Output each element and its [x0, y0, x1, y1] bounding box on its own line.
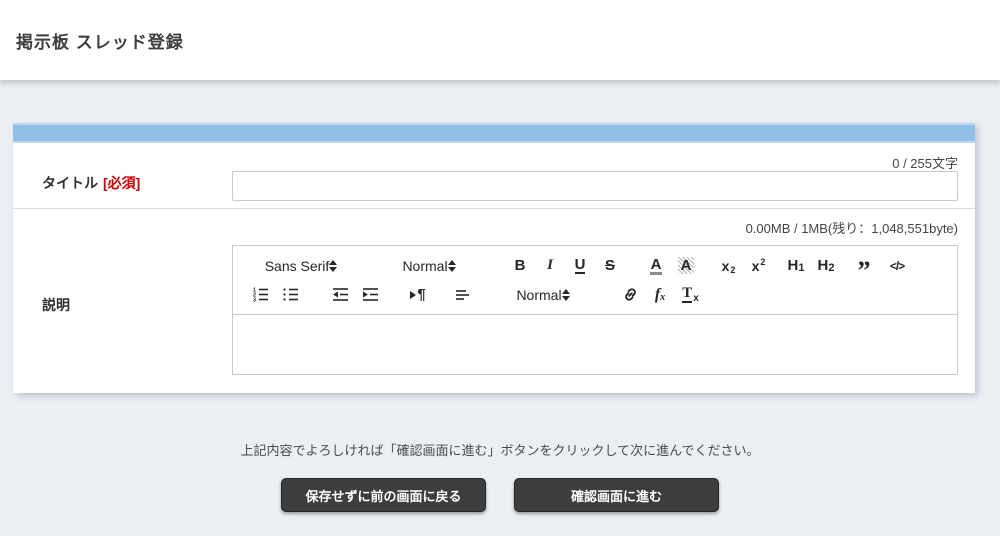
- heading2-button[interactable]: H2: [811, 254, 841, 278]
- background-color-icon: A: [678, 257, 695, 274]
- picker-arrows-icon: [448, 260, 456, 272]
- superscript-icon: 2: [760, 257, 765, 267]
- italic-button[interactable]: I: [535, 254, 565, 278]
- title-label-text: タイトル: [42, 175, 98, 191]
- heading-picker[interactable]: Normal: [379, 258, 479, 274]
- picker-arrows-icon: [562, 289, 570, 301]
- superscript-button[interactable]: x2: [743, 254, 773, 278]
- editor-toolbar: Sans Serif Normal B I U S: [232, 245, 958, 315]
- bold-button[interactable]: B: [505, 254, 535, 278]
- required-badge: [必須]: [103, 175, 140, 191]
- toolbar-row-1: Sans Serif Normal B I U S: [245, 253, 945, 279]
- toolbar-row-2: 123: [245, 282, 945, 308]
- subscript-icon: 2: [730, 265, 735, 275]
- bold-icon: B: [515, 257, 526, 274]
- italic-icon: I: [547, 257, 553, 274]
- direction-triangle-icon: [410, 291, 416, 299]
- formula-icon: x: [660, 292, 665, 303]
- code-block-button[interactable]: </>: [879, 254, 915, 278]
- editor-content[interactable]: [232, 315, 958, 375]
- back-button[interactable]: 保存せずに前の画面に戻る: [281, 478, 486, 512]
- page-title: 掲示板 スレッド登録: [16, 28, 184, 53]
- align-icon: [453, 285, 472, 304]
- font-family-picker[interactable]: Sans Serif: [245, 258, 357, 274]
- title-row: 0 / 255文字 タイトル [必須]: [13, 143, 975, 209]
- clean-format-button[interactable]: Tx: [675, 283, 705, 307]
- link-button[interactable]: [615, 283, 645, 307]
- description-label: 説明: [42, 295, 70, 315]
- link-icon: [621, 285, 640, 304]
- picker-arrows-icon: [329, 260, 337, 272]
- line-height-picker-label: Normal: [516, 287, 561, 303]
- clean-format-icon: x: [693, 293, 699, 304]
- blockquote-icon: ”: [858, 266, 871, 276]
- page-header: 掲示板 スレッド登録: [0, 0, 1000, 80]
- heading1-icon: 1: [798, 262, 804, 274]
- heading2-icon: 2: [828, 262, 834, 274]
- rich-text-editor: Sans Serif Normal B I U S: [232, 245, 958, 375]
- panel-accent-bar: [13, 123, 975, 143]
- outdent-button[interactable]: [325, 283, 355, 307]
- subscript-button[interactable]: x2: [713, 254, 743, 278]
- heading1-button[interactable]: H1: [781, 254, 811, 278]
- bullet-list-button[interactable]: [275, 283, 305, 307]
- background-color-button[interactable]: A: [671, 254, 701, 278]
- font-family-picker-label: Sans Serif: [265, 258, 330, 274]
- text-color-button[interactable]: A: [641, 254, 671, 278]
- size-counter: 0.00MB / 1MB(残り：1,048,551byte): [746, 218, 958, 237]
- proceed-button[interactable]: 確認画面に進む: [514, 478, 719, 512]
- description-row: 0.00MB / 1MB(残り：1,048,551byte) 説明 Sans S…: [13, 209, 975, 392]
- title-input[interactable]: [232, 171, 958, 201]
- thread-form-panel: 0 / 255文字 タイトル [必須] 0.00MB / 1MB(残り：1,048…: [13, 123, 975, 393]
- svg-text:3: 3: [253, 298, 256, 304]
- strikethrough-button[interactable]: S: [595, 254, 625, 278]
- ordered-list-button[interactable]: 123: [245, 283, 275, 307]
- button-row: 保存せずに前の画面に戻る 確認画面に進む: [0, 478, 1000, 512]
- instruction-text: 上記内容でよろしければ「確認画面に進む」ボタンをクリックして次に進んでください。: [0, 440, 1000, 459]
- underline-icon: U: [575, 257, 586, 274]
- formula-button[interactable]: fx: [645, 283, 675, 307]
- indent-icon: [361, 285, 380, 304]
- indent-button[interactable]: [355, 283, 385, 307]
- ordered-list-icon: 123: [251, 285, 270, 304]
- title-label: タイトル [必須]: [42, 173, 140, 193]
- heading-picker-label: Normal: [402, 258, 447, 274]
- code-block-icon: </>: [890, 259, 904, 273]
- screen: 掲示板 スレッド登録 0 / 255文字 タイトル [必須] 0.00MB / 1…: [0, 0, 1000, 536]
- bullet-list-icon: [281, 285, 300, 304]
- text-direction-button[interactable]: ¶: [403, 283, 433, 307]
- underline-button[interactable]: U: [565, 254, 595, 278]
- blockquote-button[interactable]: ”: [849, 254, 879, 278]
- line-height-picker[interactable]: Normal: [493, 287, 593, 303]
- title-char-counter: 0 / 255文字: [892, 153, 958, 172]
- text-color-icon: A: [650, 257, 663, 275]
- outdent-icon: [331, 285, 350, 304]
- strikethrough-icon: S: [605, 257, 615, 274]
- pilcrow-icon: ¶: [417, 286, 425, 303]
- align-button[interactable]: [447, 283, 477, 307]
